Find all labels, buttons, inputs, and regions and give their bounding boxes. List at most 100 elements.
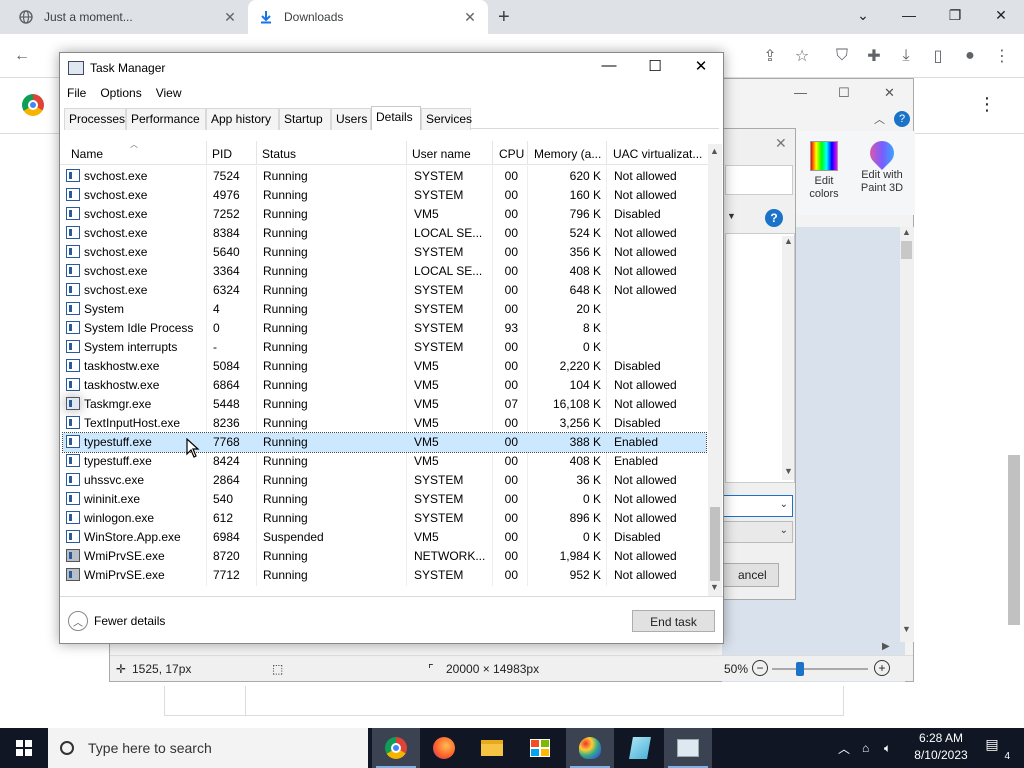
dialog-close-icon[interactable]: ✕ [775, 135, 787, 152]
table-row[interactable]: System interrupts - Running SYSTEM 00 0 K [63, 338, 706, 357]
table-row[interactable]: Taskmgr.exe 5448 Running VM5 07 16,108 K Not a… [63, 395, 706, 414]
scroll-right-icon[interactable]: ▶ [882, 641, 890, 652]
scrollbar-thumb[interactable] [710, 507, 720, 581]
dialog-select-2[interactable]: ⌄ [723, 521, 793, 543]
menu-view[interactable]: View [149, 83, 189, 105]
table-row[interactable]: svchost.exe 8384 Running LOCAL SE... 00 524 K… [63, 224, 706, 243]
column-divider[interactable] [256, 141, 257, 165]
column-divider[interactable] [406, 141, 407, 165]
list-scrollbar[interactable] [782, 236, 794, 480]
dropdown-arrow-icon[interactable]: ▼ [727, 211, 736, 221]
table-row[interactable]: WmiPrvSE.exe 8720 Running NETWORK... 00 1,984… [63, 547, 706, 566]
tab-just-a-moment[interactable]: Just a moment... ✕ [8, 0, 248, 34]
table-row[interactable]: svchost.exe 7524 Running SYSTEM 00 620 K Not a… [63, 167, 706, 186]
minimize-icon[interactable]: — [586, 57, 632, 74]
tab-users[interactable]: Users [331, 108, 371, 130]
edit-colors-button[interactable]: Edit colors [794, 141, 854, 201]
fewer-details-link[interactable]: ︿ Fewer details [68, 611, 165, 631]
back-icon[interactable]: ← [10, 44, 34, 68]
col-pid[interactable]: PID [212, 141, 256, 165]
menu-file[interactable]: File [60, 83, 93, 105]
maximize-icon[interactable]: ☐ [632, 57, 678, 75]
table-row[interactable]: wininit.exe 540 Running SYSTEM 00 0 K Not allo… [63, 490, 706, 509]
close-tab-icon[interactable]: ✕ [462, 9, 478, 26]
column-divider[interactable] [606, 141, 607, 165]
cancel-button[interactable]: ancel [723, 563, 779, 587]
taskbar-task-manager[interactable] [664, 728, 712, 768]
profile-avatar-icon[interactable]: ● [958, 44, 982, 68]
extensions-icon[interactable]: ✚ [862, 44, 886, 68]
table-row[interactable]: svchost.exe 7252 Running VM5 00 796 K Disabled [63, 205, 706, 224]
paint-scroll-thumb[interactable] [901, 241, 912, 259]
table-row[interactable]: taskhostw.exe 6864 Running VM5 00 104 K Not al… [63, 376, 706, 395]
col-name[interactable]: Name [71, 141, 206, 165]
taskbar-chrome[interactable] [372, 728, 420, 768]
paint-minimize-icon[interactable]: — [794, 85, 807, 100]
taskbar-paint[interactable] [566, 728, 614, 768]
side-panel-icon[interactable]: ▯ [926, 44, 950, 68]
tab-app-history[interactable]: App history [206, 108, 279, 130]
ublock-icon[interactable]: ⛉ [830, 44, 854, 68]
column-divider[interactable] [527, 141, 528, 165]
dialog-help-icon[interactable]: ? [765, 209, 783, 227]
table-row[interactable]: TextInputHost.exe 8236 Running VM5 00 3,256 K… [63, 414, 706, 433]
edit-with-paint3d-button[interactable]: Edit with Paint 3D [852, 136, 912, 195]
scroll-up-icon[interactable]: ▲ [784, 236, 793, 246]
dialog-select-1[interactable]: ⌄ [723, 495, 793, 517]
table-row[interactable]: System Idle Process 0 Running SYSTEM 93 8 K [63, 319, 706, 338]
zoom-slider[interactable] [772, 668, 868, 670]
table-row[interactable]: taskhostw.exe 5084 Running VM5 00 2,220 K Disa… [63, 357, 706, 376]
zoom-in-icon[interactable]: + [874, 660, 890, 676]
share-icon[interactable]: ⇪ [758, 44, 782, 68]
scroll-down-icon[interactable]: ▼ [710, 582, 719, 592]
zoom-out-icon[interactable]: − [752, 660, 768, 676]
paint-maximize-icon[interactable]: ☐ [838, 85, 850, 101]
new-tab-icon[interactable]: + [498, 6, 510, 29]
table-row[interactable]: WinStore.App.exe 6984 Suspended VM5 00 0 K Dis… [63, 528, 706, 547]
table-row[interactable]: svchost.exe 4976 Running SYSTEM 00 160 K Not a… [63, 186, 706, 205]
process-list-scrollbar[interactable]: ▲ ▼ [708, 144, 722, 596]
column-divider[interactable] [492, 141, 493, 165]
paint-vertical-scrollbar[interactable]: ▲ ▼ [900, 227, 914, 642]
scroll-up-icon[interactable]: ▲ [902, 227, 911, 237]
task-manager-titlebar[interactable]: Task Manager — ☐ ✕ [60, 53, 723, 83]
ribbon-collapse-icon[interactable]: ︿ [874, 111, 885, 127]
col-memory[interactable]: Memory (a... [534, 141, 606, 165]
page-scrollbar-thumb[interactable] [1008, 455, 1020, 625]
scroll-down-icon[interactable]: ▼ [784, 466, 793, 476]
show-hidden-icons-icon[interactable]: ︿ [838, 728, 850, 768]
col-cpu[interactable]: CPU [499, 141, 527, 165]
scroll-down-icon[interactable]: ▼ [902, 624, 911, 634]
close-icon[interactable]: ✕ [978, 0, 1024, 30]
tab-performance[interactable]: Performance [126, 108, 206, 130]
tab-search-icon[interactable]: ⌄ [840, 0, 886, 30]
table-row[interactable]: svchost.exe 5640 Running SYSTEM 00 356 K Not a… [63, 243, 706, 262]
column-divider[interactable] [206, 141, 207, 165]
menu-options[interactable]: Options [93, 83, 148, 105]
table-row[interactable]: WmiPrvSE.exe 7712 Running SYSTEM 00 952 K Not … [63, 566, 706, 585]
scroll-up-icon[interactable]: ▲ [710, 146, 719, 156]
network-icon[interactable]: ⌂ [862, 728, 869, 768]
more-actions-icon[interactable]: ⋮ [978, 94, 996, 115]
taskbar-firefox[interactable] [420, 728, 468, 768]
paint-help-icon[interactable]: ? [894, 111, 910, 127]
dialog-list[interactable]: ▲ ▼ [725, 233, 795, 483]
table-row[interactable]: svchost.exe 6324 Running SYSTEM 00 648 K Not a… [63, 281, 706, 300]
end-task-button[interactable]: End task [632, 610, 715, 632]
paint-close-icon[interactable]: ✕ [884, 85, 895, 101]
tab-startup[interactable]: Startup [279, 108, 331, 130]
tab-downloads[interactable]: Downloads ✕ [248, 0, 488, 34]
taskbar-store[interactable] [516, 728, 564, 768]
taskbar-clock[interactable]: 6:28 AM 8/10/2023 [906, 730, 976, 764]
table-row[interactable]: typestuff.exe 8424 Running VM5 00 408 K Enable… [63, 452, 706, 471]
tab-services[interactable]: Services [421, 108, 472, 130]
tab-details[interactable]: Details [371, 106, 421, 130]
taskbar-file-explorer[interactable] [468, 728, 516, 768]
col-username[interactable]: User name [412, 141, 492, 165]
col-uac[interactable]: UAC virtualizat... [613, 141, 707, 165]
taskbar-notepad[interactable] [616, 728, 664, 768]
close-tab-icon[interactable]: ✕ [222, 9, 238, 26]
downloads-icon[interactable]: ⤓ [894, 44, 918, 68]
close-icon[interactable]: ✕ [678, 57, 724, 75]
zoom-slider-thumb[interactable] [796, 662, 804, 676]
